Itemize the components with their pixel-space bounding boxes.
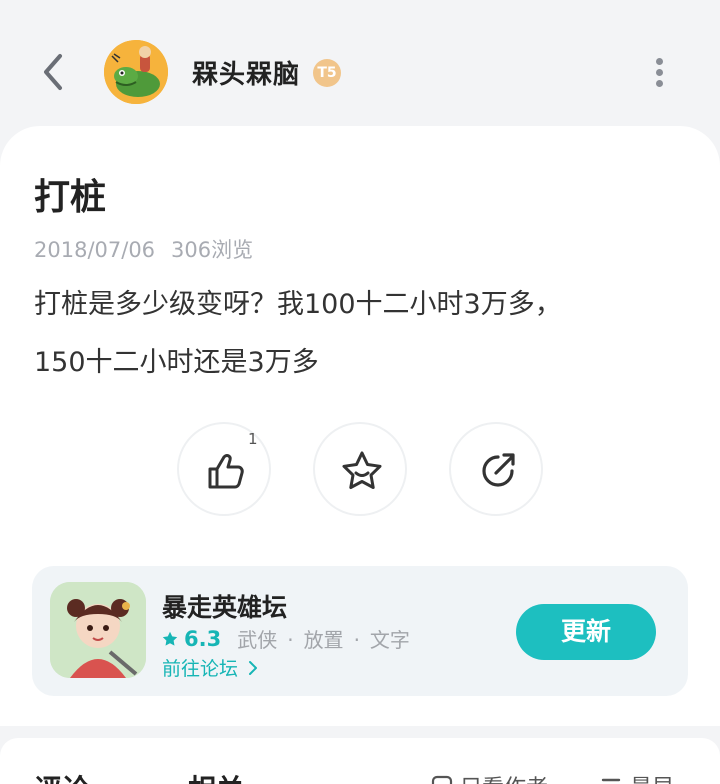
tab-comments-label: 评论	[34, 773, 90, 784]
avatar-image	[104, 40, 168, 104]
game-tag: 武侠	[237, 628, 278, 652]
more-dot-icon	[656, 58, 663, 65]
like-count: 1	[248, 430, 258, 448]
game-card[interactable]: 暴走英雄坛 6.3 武侠 · 放置 · 文字 前往论坛 更新	[32, 566, 688, 696]
thumbs-up-icon	[208, 454, 244, 489]
game-tag: 文字	[369, 628, 410, 652]
more-dot-icon	[656, 80, 663, 87]
game-rating-row: 6.3 武侠 · 放置 · 文字	[162, 624, 410, 653]
level-badge: T5	[313, 59, 341, 87]
forum-link[interactable]: 前往论坛	[162, 654, 262, 681]
tag-separator: ·	[353, 628, 360, 652]
share-button[interactable]	[449, 422, 543, 516]
post-date: 2018/07/06	[34, 238, 156, 262]
game-art-image	[50, 582, 146, 678]
back-button[interactable]	[36, 50, 72, 94]
checkbox-icon	[431, 775, 453, 784]
sort-icon	[601, 778, 621, 782]
chevron-right-icon	[249, 660, 258, 675]
forum-link-label: 前往论坛	[162, 658, 239, 680]
post-meta: 2018/07/06 306浏览	[34, 234, 253, 264]
more-dot-icon	[656, 69, 663, 76]
game-tag: 放置	[303, 628, 344, 652]
tab-comments[interactable]: 评论4	[34, 768, 107, 784]
sort-filter[interactable]: 最早	[600, 770, 674, 784]
star-filled-icon	[162, 631, 178, 646]
user-avatar[interactable]	[104, 40, 168, 104]
post-body-line: 打桩是多少级变呀？我100十二小时3万多，	[34, 289, 562, 320]
post-body-line: 150十二小时还是3万多	[34, 347, 319, 378]
top-navigation-bar: 槑头槑脑 T5	[0, 0, 720, 140]
favorite-button[interactable]	[313, 422, 407, 516]
share-icon	[482, 453, 515, 487]
post-card: 打桩 2018/07/06 306浏览 打桩是多少级变呀？我100十二小时3万多，…	[0, 126, 720, 726]
tag-separator: ·	[287, 628, 294, 652]
comment-tabs-bar: 评论4 相关 只看作者 最早	[0, 738, 720, 784]
post-body: 打桩是多少级变呀？我100十二小时3万多， 150十二小时还是3万多	[34, 276, 674, 392]
sort-label: 最早	[630, 770, 674, 784]
game-icon[interactable]	[50, 582, 146, 678]
post-views: 306浏览	[171, 238, 254, 262]
game-name: 暴走英雄坛	[162, 593, 288, 622]
game-rating: 6.3	[184, 626, 222, 651]
star-icon	[342, 451, 382, 489]
post-title: 打桩	[34, 177, 107, 218]
more-options-button[interactable]	[648, 54, 672, 90]
game-tags: 武侠 · 放置 · 文字	[237, 624, 410, 653]
update-button[interactable]: 更新	[516, 604, 656, 660]
chevron-left-icon	[44, 54, 62, 90]
username[interactable]: 槑头槑脑	[192, 54, 300, 91]
only-author-filter[interactable]: 只看作者	[430, 770, 548, 784]
only-author-label: 只看作者	[460, 770, 548, 784]
tab-related[interactable]: 相关	[188, 768, 244, 784]
